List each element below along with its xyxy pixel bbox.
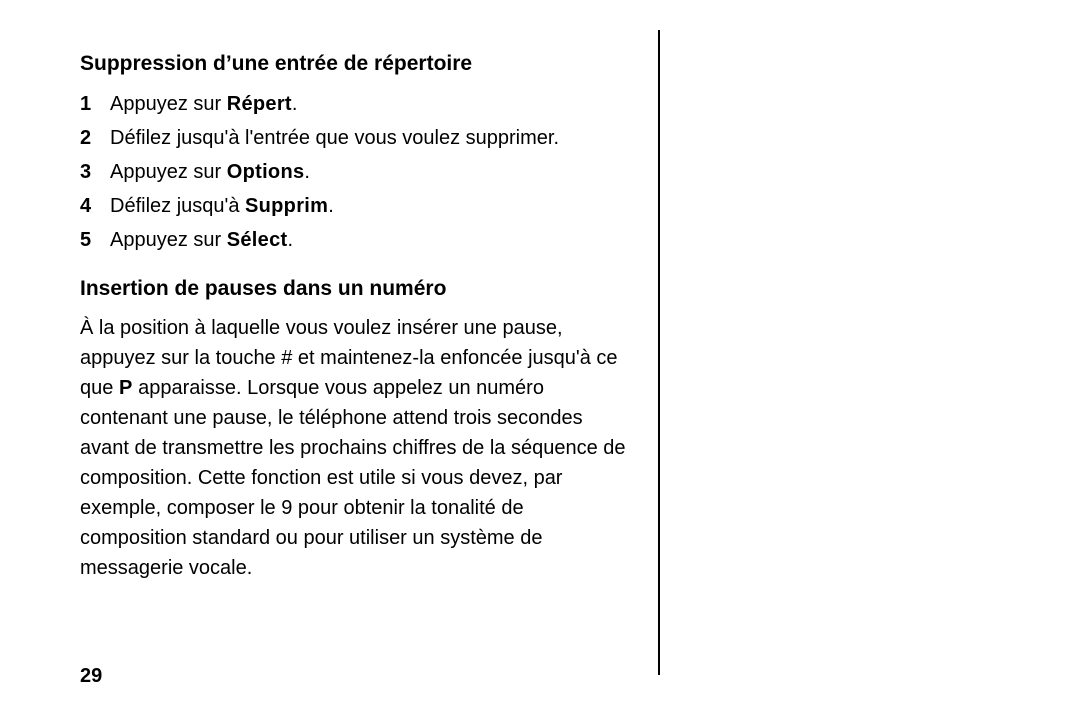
vertical-divider: [658, 30, 660, 675]
step-keyword: Options: [227, 161, 305, 183]
step-text-pre: Appuyez sur: [110, 229, 227, 251]
list-item: 1 Appuyez sur Répert.: [80, 87, 635, 121]
step-text-post: .: [304, 161, 310, 183]
step-text: Appuyez sur Sélect.: [110, 223, 635, 257]
list-item: 2 Défilez jusqu'à l'entrée que vous voul…: [80, 121, 635, 155]
body-paragraph: À la position à laquelle vous voulez ins…: [80, 313, 635, 583]
section-heading-insert-pauses: Insertion de pauses dans un numéro: [80, 275, 635, 302]
step-text-pre: Appuyez sur: [110, 93, 227, 115]
page-number: 29: [80, 665, 102, 688]
step-text-post: .: [292, 93, 298, 115]
step-text: Défilez jusqu'à Supprim.: [110, 189, 635, 223]
step-number: 1: [80, 87, 110, 121]
step-number: 2: [80, 121, 110, 155]
steps-list-delete-entry: 1 Appuyez sur Répert. 2 Défilez jusqu'à …: [80, 87, 635, 257]
list-item: 5 Appuyez sur Sélect.: [80, 223, 635, 257]
step-text-pre: Défilez jusqu'à: [110, 195, 245, 217]
step-text: Défilez jusqu'à l'entrée que vous voulez…: [110, 121, 635, 155]
list-item: 4 Défilez jusqu'à Supprim.: [80, 189, 635, 223]
step-text-post: .: [328, 195, 334, 217]
step-text: Appuyez sur Options.: [110, 155, 635, 189]
paragraph-keyword: P: [119, 377, 133, 399]
step-number: 3: [80, 155, 110, 189]
step-keyword: Sélect: [227, 229, 288, 251]
manual-page: Suppression d’une entrée de répertoire 1…: [0, 0, 1080, 720]
section-heading-delete-entry: Suppression d’une entrée de répertoire: [80, 50, 635, 77]
step-number: 4: [80, 189, 110, 223]
step-text-post: .: [287, 229, 293, 251]
step-keyword: Supprim: [245, 195, 328, 217]
list-item: 3 Appuyez sur Options.: [80, 155, 635, 189]
page-content: Suppression d’une entrée de répertoire 1…: [80, 50, 635, 583]
step-keyword: Répert: [227, 93, 292, 115]
step-number: 5: [80, 223, 110, 257]
step-text-pre: Appuyez sur: [110, 161, 227, 183]
paragraph-post: apparaisse. Lorsque vous appelez un numé…: [80, 377, 626, 579]
step-text-pre: Défilez jusqu'à l'entrée que vous voulez…: [110, 127, 559, 149]
step-text: Appuyez sur Répert.: [110, 87, 635, 121]
